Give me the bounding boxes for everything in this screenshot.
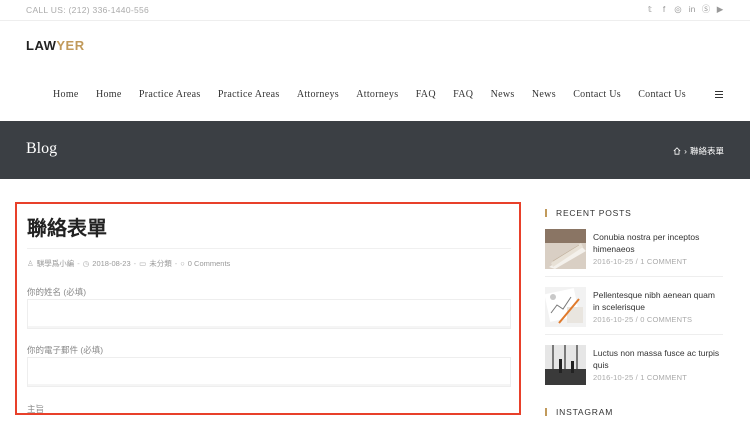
nav-contact-us[interactable]: Contact Us bbox=[638, 89, 686, 100]
page-title: Blog bbox=[26, 140, 58, 157]
skype-icon[interactable]: Ⓢ bbox=[702, 4, 711, 14]
breadcrumb-separator: › bbox=[684, 146, 687, 156]
social-links: 𝕥 f ◎ in Ⓢ ▶ bbox=[646, 4, 724, 15]
instagram-heading: INSTAGRAM bbox=[545, 407, 613, 417]
logo-part-law: LAW bbox=[26, 38, 57, 53]
recent-posts-title: RECENT POSTS bbox=[556, 208, 632, 218]
heading-accent-bar bbox=[545, 209, 547, 217]
post-content: 聯絡表單 ♙ 騏學爲小編 - ◷ 2018-08-23 - ▭ 未分類 - ○ … bbox=[15, 202, 521, 415]
nav-practice-areas[interactable]: Practice Areas bbox=[139, 89, 201, 100]
post-date: 2018-08-23 bbox=[92, 259, 131, 268]
email-label: 你的電子郵件 (必填) bbox=[27, 345, 104, 355]
name-label: 你的姓名 (必填) bbox=[27, 287, 87, 297]
user-icon: ♙ bbox=[27, 259, 34, 268]
nav-home[interactable]: Home bbox=[53, 89, 79, 100]
post-author[interactable]: 騏學爲小編 bbox=[37, 258, 75, 269]
logo-part-yer: YER bbox=[56, 38, 85, 53]
heading-accent-bar bbox=[545, 408, 547, 416]
breadcrumb-current: 聯絡表單 bbox=[689, 146, 724, 156]
recent-post-item[interactable]: Conubia nostra per inceptos himenaeos 20… bbox=[545, 229, 723, 277]
recent-post-date: 2016-10-25 bbox=[593, 373, 634, 382]
divider bbox=[27, 248, 511, 249]
post-title: 聯絡表單 bbox=[27, 216, 107, 240]
post-thumbnail-books[interactable] bbox=[545, 229, 586, 269]
post-thumbnail-charts[interactable] bbox=[545, 287, 586, 327]
nav-attorneys[interactable]: Attorneys bbox=[297, 89, 339, 100]
recent-post-item[interactable]: Luctus non massa fusce ac turpis quis 20… bbox=[545, 345, 723, 393]
name-field[interactable] bbox=[27, 299, 511, 329]
recent-post-date: 2016-10-25 bbox=[593, 257, 634, 266]
nav-practice-areas[interactable]: Practice Areas bbox=[218, 89, 280, 100]
recent-post-meta: 2016-10-25 / 0 COMMENTS bbox=[593, 315, 693, 324]
instagram-icon[interactable]: ◎ bbox=[674, 4, 682, 14]
recent-post-title[interactable]: Conubia nostra per inceptos himenaeos bbox=[593, 231, 723, 255]
recent-post-meta: 2016-10-25 / 1 COMMENT bbox=[593, 257, 688, 266]
youtube-icon[interactable]: ▶ bbox=[716, 4, 724, 14]
recent-posts-heading: RECENT POSTS bbox=[545, 208, 632, 218]
main-nav: Home Home Practice Areas Practice Areas … bbox=[53, 89, 703, 100]
linkedin-icon[interactable]: in bbox=[688, 4, 696, 14]
breadcrumb: › 聯絡表單 bbox=[673, 145, 724, 157]
nav-faq[interactable]: FAQ bbox=[416, 89, 436, 100]
facebook-icon[interactable]: f bbox=[660, 4, 668, 14]
menu-icon[interactable] bbox=[715, 91, 723, 99]
nav-news[interactable]: News bbox=[532, 89, 556, 100]
recent-post-date: 2016-10-25 bbox=[593, 315, 634, 324]
meta-separator: - bbox=[133, 259, 137, 268]
recent-post-comments[interactable]: 0 COMMENTS bbox=[640, 315, 692, 324]
email-field[interactable] bbox=[27, 357, 511, 387]
nav-faq[interactable]: FAQ bbox=[453, 89, 473, 100]
recent-post-meta: 2016-10-25 / 1 COMMENT bbox=[593, 373, 688, 382]
nav-home[interactable]: Home bbox=[96, 89, 122, 100]
instagram-title: INSTAGRAM bbox=[556, 407, 614, 417]
post-comments[interactable]: 0 Comments bbox=[188, 259, 231, 268]
recent-post-title[interactable]: Luctus non massa fusce ac turpis quis bbox=[593, 347, 723, 371]
nav-contact-us[interactable]: Contact Us bbox=[573, 89, 621, 100]
top-bar: CALL US: (212) 336-1440-556 𝕥 f ◎ in Ⓢ ▶ bbox=[0, 0, 750, 21]
phone-number: CALL US: (212) 336-1440-556 bbox=[26, 5, 150, 15]
home-icon[interactable] bbox=[673, 147, 681, 155]
clock-icon: ◷ bbox=[82, 259, 90, 268]
page-title-banner: Blog › 聯絡表單 bbox=[0, 121, 750, 179]
nav-news[interactable]: News bbox=[491, 89, 515, 100]
nav-attorneys[interactable]: Attorneys bbox=[356, 89, 398, 100]
post-meta: ♙ 騏學爲小編 - ◷ 2018-08-23 - ▭ 未分類 - ○ 0 Com… bbox=[27, 258, 230, 269]
divider bbox=[545, 334, 723, 335]
folder-icon: ▭ bbox=[139, 259, 147, 268]
recent-post-comments[interactable]: 1 COMMENT bbox=[640, 257, 687, 266]
twitter-icon[interactable]: 𝕥 bbox=[646, 4, 654, 14]
post-thumbnail-office[interactable] bbox=[545, 345, 586, 385]
comment-icon: ○ bbox=[180, 259, 185, 268]
meta-separator: - bbox=[77, 259, 80, 268]
subject-label: 主旨 bbox=[27, 404, 45, 414]
divider bbox=[545, 276, 723, 277]
recent-post-title[interactable]: Pellentesque nibh aenean quam in sceleri… bbox=[593, 289, 723, 313]
site-logo[interactable]: LAWYER bbox=[26, 38, 85, 53]
recent-post-item[interactable]: Pellentesque nibh aenean quam in sceleri… bbox=[545, 287, 723, 335]
post-category[interactable]: 未分類 bbox=[149, 258, 172, 269]
recent-post-comments[interactable]: 1 COMMENT bbox=[640, 373, 687, 382]
meta-separator: - bbox=[174, 259, 178, 268]
